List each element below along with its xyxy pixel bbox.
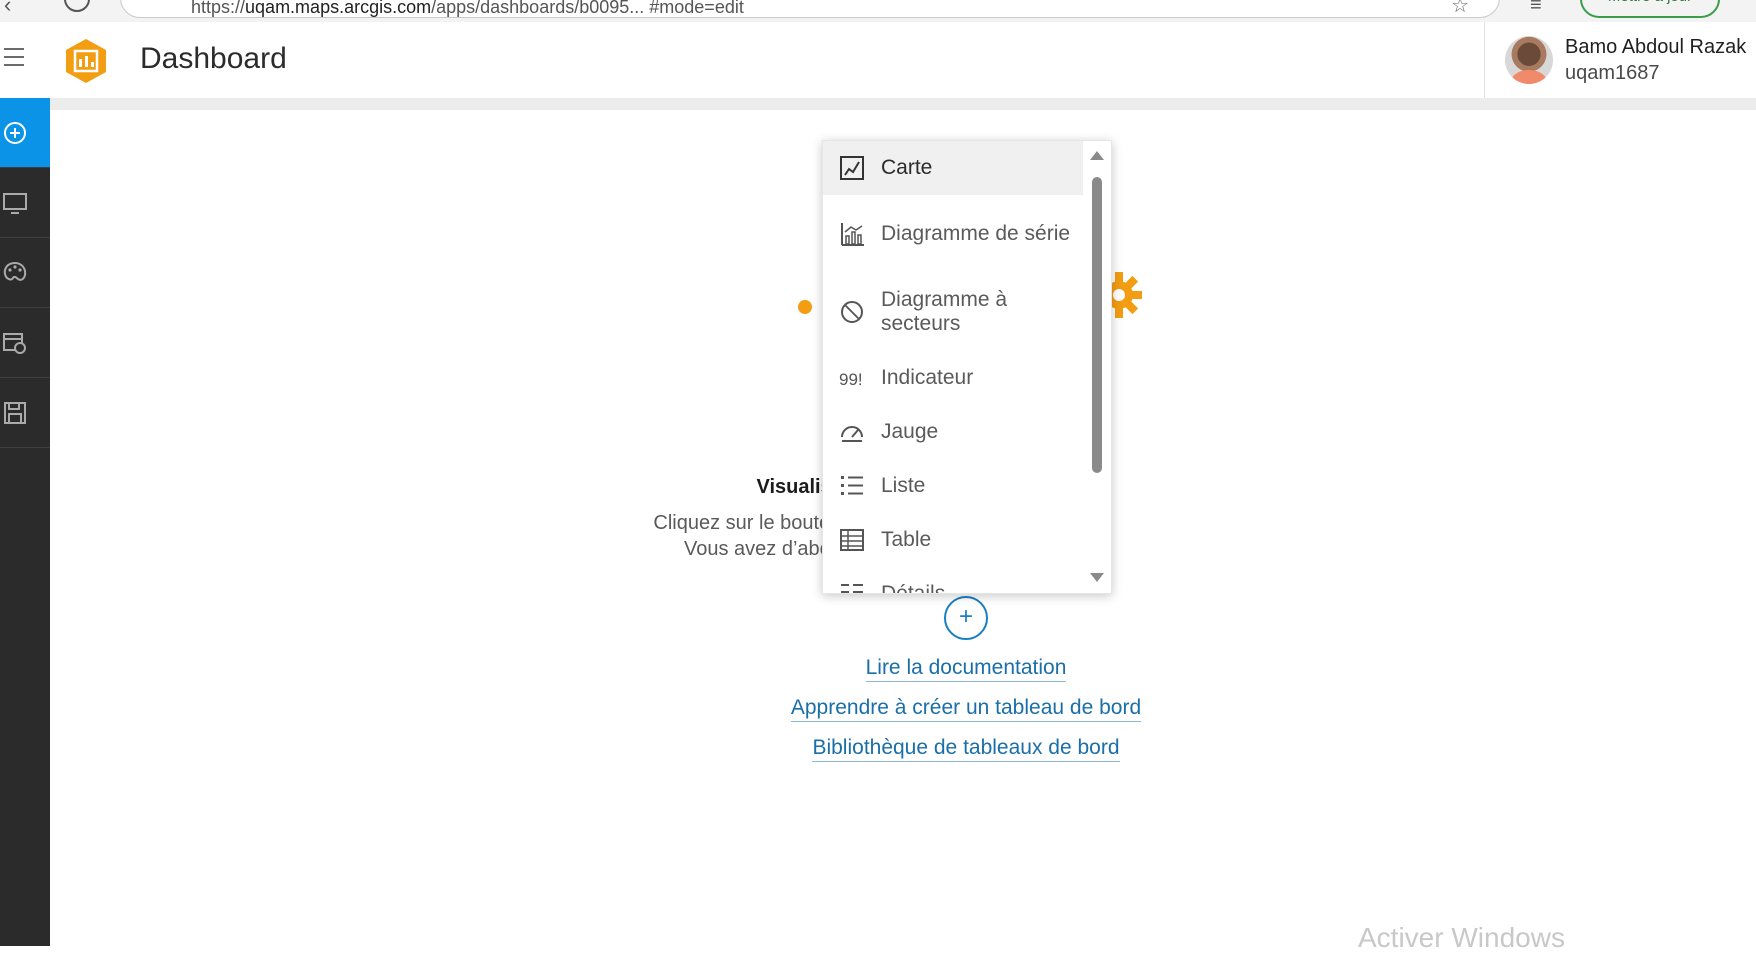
hamburger-menu-icon[interactable] (4, 48, 24, 72)
library-link[interactable]: Bibliothèque de tableaux de bord (0, 736, 1756, 762)
details-icon (841, 584, 863, 593)
page-title: Dashboard (140, 42, 287, 75)
serial-chart-icon (841, 223, 864, 246)
favorites-icon[interactable]: ≡ (1530, 0, 1542, 17)
widget-option-serial-chart[interactable]: Diagramme de série (823, 195, 1085, 273)
add-widget-button[interactable]: + (944, 596, 988, 640)
dashboard-logo-icon (66, 39, 106, 83)
widget-option-gauge[interactable]: Jauge (823, 405, 1085, 459)
user-menu[interactable]: Bamo Abdoul Razak uqam1687 (1484, 22, 1756, 98)
save-disk-icon (4, 402, 26, 424)
windows-watermark: Activer Windows (1358, 922, 1565, 953)
widget-option-indicator[interactable]: 99! Indicateur (823, 351, 1085, 405)
user-id: uqam1687 (1565, 62, 1660, 84)
layout-button[interactable] (0, 168, 50, 238)
svg-text:99!: 99! (839, 370, 863, 389)
scroll-down-arrow-icon[interactable] (1090, 573, 1104, 582)
scroll-thumb[interactable] (1092, 177, 1102, 473)
url-text: https://uqam.maps.arcgis.com/apps/dashbo… (191, 0, 744, 17)
address-bar[interactable]: https://uqam.maps.arcgis.com/apps/dashbo… (120, 0, 1500, 18)
settings-button[interactable] (0, 308, 50, 378)
reload-icon[interactable] (64, 0, 90, 12)
widget-option-details[interactable]: Détails (823, 567, 1085, 593)
scroll-up-arrow-icon[interactable] (1090, 151, 1104, 160)
palette-icon (3, 261, 27, 281)
widget-option-pie-chart[interactable]: Diagramme à secteurs (823, 273, 1085, 351)
dropdown-scrollbar[interactable] (1083, 141, 1111, 593)
browser-update-button[interactable]: Mettre à jour (1580, 0, 1720, 18)
calendar-gear-icon (3, 333, 26, 354)
back-arrow-icon[interactable]: ‹ (4, 0, 11, 18)
pie-chart-icon (841, 301, 863, 323)
widget-option-table[interactable]: Table (823, 513, 1085, 567)
browser-toolbar: ‹ https://uqam.maps.arcgis.com/apps/dash… (0, 0, 1756, 22)
widget-option-list[interactable]: Liste (823, 459, 1085, 513)
widget-type-list: Carte Diagramme de série Diagramme à sec… (823, 141, 1085, 593)
bookmark-star-icon[interactable]: ☆ (1451, 0, 1469, 18)
theme-button[interactable] (0, 238, 50, 308)
illustration-dot (798, 300, 812, 314)
learn-link[interactable]: Apprendre à créer un tableau de bord (0, 696, 1756, 722)
monitor-icon (3, 193, 27, 214)
header-divider (48, 98, 1756, 110)
table-icon (840, 529, 864, 551)
add-circle-icon (4, 122, 26, 144)
app-header: Dashboard Bamo Abdoul Razak uqam1687 (0, 22, 1756, 99)
add-element-button[interactable] (0, 98, 50, 168)
indicator-icon: 99! (839, 370, 863, 389)
doc-link[interactable]: Lire la documentation (0, 656, 1756, 682)
list-icon (841, 476, 863, 495)
gauge-icon (841, 426, 863, 442)
widget-option-map[interactable]: Carte (823, 141, 1085, 195)
avatar[interactable] (1505, 36, 1553, 84)
widget-type-dropdown: Carte Diagramme de série Diagramme à sec… (822, 140, 1112, 594)
map-icon (840, 156, 864, 180)
save-button[interactable] (0, 378, 50, 448)
user-name: Bamo Abdoul Razak (1565, 36, 1747, 58)
